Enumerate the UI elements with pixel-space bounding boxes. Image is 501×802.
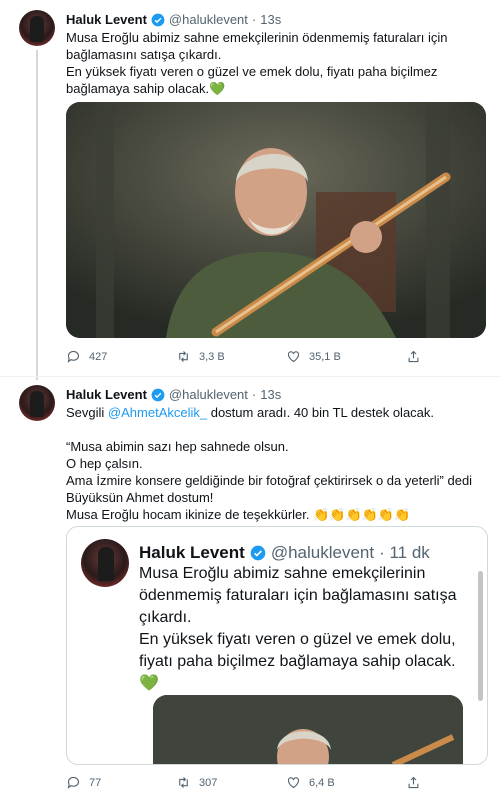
separator-dot: · xyxy=(251,12,257,27)
retweet-count: 307 xyxy=(199,776,218,789)
like-button[interactable]: 35,1 B xyxy=(286,349,341,364)
text-segment: Sevgili xyxy=(66,405,108,420)
photo-illustration xyxy=(66,102,486,338)
quoted-header: Haluk Levent @haluklevent · 11 dk xyxy=(139,543,430,563)
retweet-icon xyxy=(179,777,188,788)
like-count: 6,4 B xyxy=(309,776,335,789)
verified-badge-icon xyxy=(151,388,165,401)
timestamp[interactable]: 13s xyxy=(260,387,281,402)
like-button[interactable]: 6,4 B xyxy=(286,775,335,790)
quoted-photo xyxy=(153,695,463,764)
quoted-author-handle: @haluklevent xyxy=(270,543,375,562)
share-button[interactable] xyxy=(406,775,421,790)
quoted-photo-illustration xyxy=(153,695,463,764)
quoted-avatar xyxy=(81,539,129,587)
reply-button[interactable]: 77 xyxy=(66,775,101,790)
tweet-header: Haluk Levent @haluklevent · 13s xyxy=(66,12,281,27)
like-count: 35,1 B xyxy=(309,350,341,363)
author-name[interactable]: Haluk Levent xyxy=(66,387,147,402)
tweet-actions: 427 3,3 B 35,1 B xyxy=(66,349,486,365)
share-icon xyxy=(408,776,419,789)
avatar[interactable] xyxy=(19,385,55,421)
tweet-2[interactable]: Haluk Levent @haluklevent · 13s Sevgili … xyxy=(0,377,501,802)
tweet-photo[interactable] xyxy=(66,102,486,338)
quoted-scrollbar[interactable] xyxy=(478,571,483,701)
tweet-header: Haluk Levent @haluklevent · 13s xyxy=(66,387,281,402)
quoted-author-name: Haluk Levent xyxy=(139,543,245,562)
avatar[interactable] xyxy=(19,10,55,46)
tweet-text: Musa Eroğlu abimiz sahne emekçilerinin ö… xyxy=(66,30,448,96)
retweet-button[interactable]: 307 xyxy=(176,775,217,790)
tweet-1[interactable]: Haluk Levent @haluklevent · 13s Musa Ero… xyxy=(0,0,501,380)
reply-icon xyxy=(67,350,80,363)
quoted-timestamp: · 11 dk xyxy=(379,543,430,562)
retweet-count: 3,3 B xyxy=(199,350,225,363)
text-segment: dostum aradı. 40 bin TL destek olacak. xyxy=(207,405,435,420)
verified-badge-icon xyxy=(250,545,266,561)
separator-dot: · xyxy=(251,387,257,402)
reply-button[interactable]: 427 xyxy=(66,349,107,364)
author-handle[interactable]: @haluklevent xyxy=(169,12,248,27)
quoted-text: Musa Eroğlu abimiz sahne emekçilerinin ö… xyxy=(139,565,457,692)
verified-badge-icon xyxy=(151,13,165,26)
heart-icon xyxy=(287,351,300,363)
author-handle[interactable]: @haluklevent xyxy=(169,387,248,402)
retweet-icon xyxy=(179,351,188,362)
thread-line xyxy=(36,50,38,380)
timestamp[interactable]: 13s xyxy=(260,12,281,27)
author-name[interactable]: Haluk Levent xyxy=(66,12,147,27)
quoted-tweet[interactable]: Haluk Levent @haluklevent · 11 dk Musa E… xyxy=(66,526,488,765)
tweet-text-body: “Musa abimin sazı hep sahnede olsun. O h… xyxy=(66,439,473,522)
share-button[interactable] xyxy=(406,349,421,364)
reply-icon xyxy=(67,776,80,789)
tweet-actions: 77 307 6,4 B xyxy=(66,775,486,791)
heart-icon xyxy=(287,777,300,789)
retweet-button[interactable]: 3,3 B xyxy=(176,349,225,364)
tweet-text-intro: Sevgili @AhmetAkcelik_ dostum aradı. 40 … xyxy=(66,404,486,421)
share-icon xyxy=(408,350,419,363)
reply-count: 427 xyxy=(89,350,108,363)
mention-link[interactable]: @AhmetAkcelik_ xyxy=(108,405,207,420)
reply-count: 77 xyxy=(89,776,102,789)
